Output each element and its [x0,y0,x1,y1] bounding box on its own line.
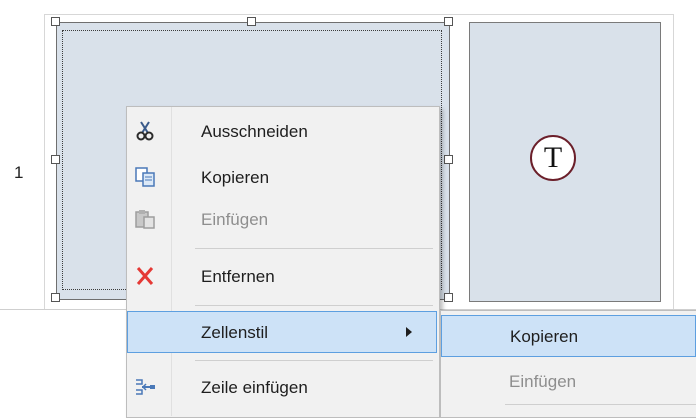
resize-handle-bottom-right[interactable] [444,293,453,302]
menu-item-label: Einfügen [201,210,269,229]
resize-handle-middle-right[interactable] [444,155,453,164]
submenu-item-einfuegen[interactable]: Einfügen [441,362,696,400]
menu-item-entfernen[interactable]: Entfernen [127,257,437,295]
menu-item-kopieren[interactable]: Kopieren [127,158,437,196]
menu-item-zeile-einfuegen[interactable]: Zeile einfügen [127,368,437,406]
resize-handle-top-left[interactable] [51,17,60,26]
menu-separator [195,248,433,249]
submenu-arrow-icon [406,327,412,337]
insert-row-icon [133,376,157,398]
menu-item-einfuegen[interactable]: Einfügen [127,200,437,238]
menu-item-label: Zellenstil [201,323,269,342]
submenu-item-kopieren[interactable]: Kopieren [441,315,696,357]
menu-item-label: Ausschneiden [201,122,308,141]
menu-separator [195,360,433,361]
submenu-separator [505,404,696,405]
resize-handle-top-right[interactable] [444,17,453,26]
menu-item-ausschneiden[interactable]: Ausschneiden [127,112,437,150]
delete-x-icon [133,265,157,287]
submenu-item-label: Kopieren [510,327,579,346]
menu-item-label: Entfernen [201,267,275,286]
menu-item-label: Kopieren [201,168,270,187]
row-number: 1 [14,163,24,182]
text-element-icon[interactable]: T [530,135,576,181]
menu-item-zellenstil[interactable]: Zellenstil [127,311,437,353]
resize-handle-bottom-left[interactable] [51,293,60,302]
menu-separator [195,305,433,306]
copy-icon [133,166,157,188]
scissors-icon [133,120,157,142]
menu-item-label: Zeile einfügen [201,378,308,397]
submenu-item-label: Einfügen [509,372,577,391]
resize-handle-top-center[interactable] [247,17,256,26]
resize-handle-middle-left[interactable] [51,155,60,164]
paste-icon [133,208,157,230]
